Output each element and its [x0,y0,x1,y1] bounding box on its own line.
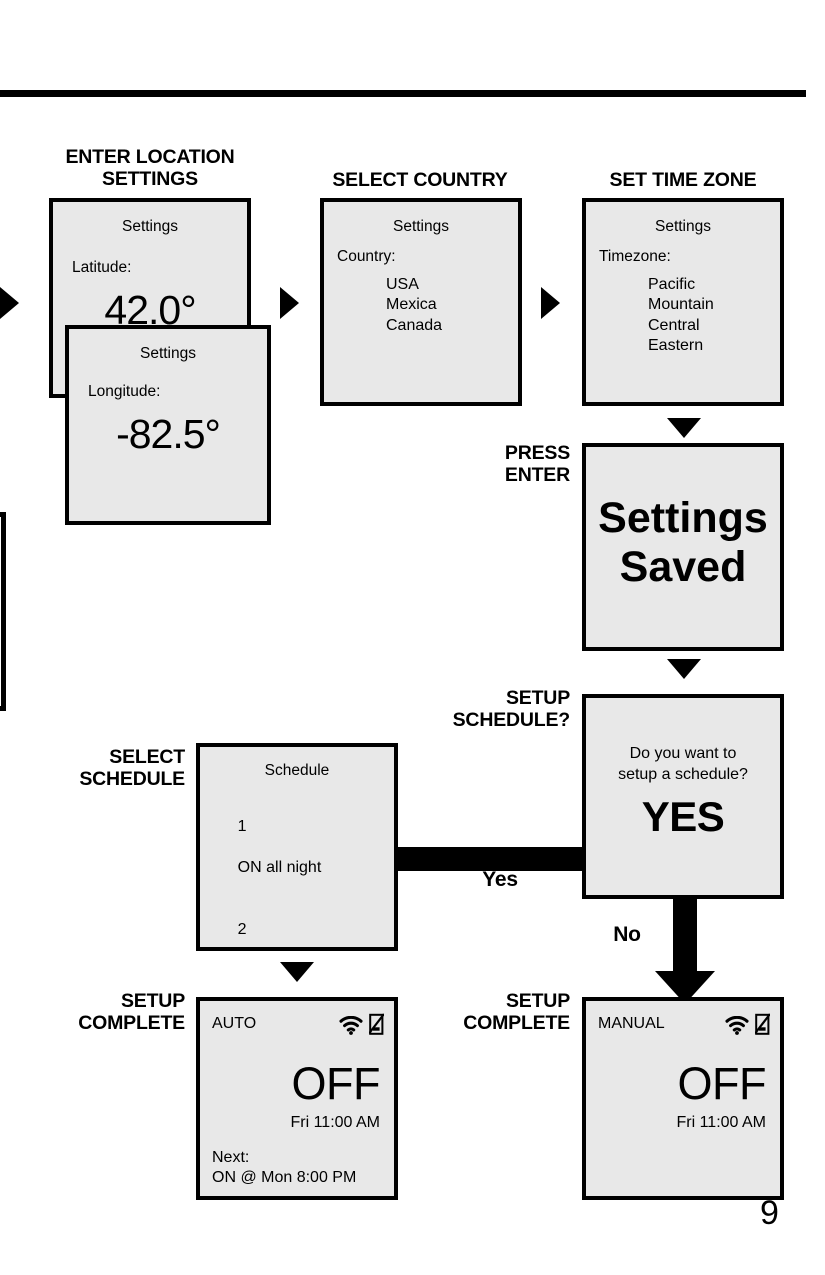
screen-country-title: Settings [392,218,449,235]
auto-next-event: Next: ON @ Mon 8:00 PM [212,1149,357,1187]
caption-setup-complete-auto: SETUP COMPLETE [78,990,185,1034]
schedule-item-number: 1 [237,818,247,836]
timezone-option[interactable]: Pacific [648,275,714,295]
caption-set-time-zone: SET TIME ZONE [609,169,757,191]
caption-select-country: SELECT COUNTRY [332,169,508,191]
no-arrow-stem [673,899,697,974]
auto-status-bar: AUTO [212,1011,385,1037]
screen-timezone[interactable]: Settings Timezone: Pacific Mountain Cent… [582,198,784,406]
screen-longitude-label: Longitude: [88,383,161,400]
screen-longitude-value: -82.5° [116,411,221,457]
screen-setup-complete-manual[interactable]: MANUAL OFF Fri 11:00 AM [582,997,784,1200]
flow-arrow-location-to-country [280,287,299,319]
battery-slash-icon [754,1013,771,1035]
schedule-item-number: 2 [237,920,247,938]
country-option[interactable]: Mexica [386,295,442,315]
caption-setup-complete-manual: SETUP COMPLETE [463,990,570,1034]
screen-confirm-schedule[interactable]: Do you want to setup a schedule? YES [582,694,784,899]
timezone-option[interactable]: Eastern [648,336,714,356]
wifi-icon [339,1015,363,1035]
flow-arrow-country-to-timezone [541,287,560,319]
edge-label-yes: Yes [482,868,518,891]
edge-label-no: No [613,923,641,946]
schedule-item-label: ON all night [237,859,322,877]
screen-schedule-title: Schedule [264,762,330,779]
manual-time-value: Fri 11:00 AM [676,1114,766,1131]
settings-saved-text: Settings Saved [598,494,768,592]
screen-country-label: Country: [337,248,396,265]
left-edge-clipped-box [0,512,6,711]
battery-slash-icon [368,1013,385,1035]
schedule-options-list[interactable]: 1 ON all night 2 ON evenings 3 ON mornin… [211,797,384,947]
schedule-list-item[interactable]: 2 ON evenings [211,899,384,947]
screen-setup-complete-auto[interactable]: AUTO OFF Fri 11:00 AM Next: ON @ Mon 8:0… [196,997,398,1200]
page-number: 9 [760,1194,779,1232]
auto-mode-label: AUTO [212,1015,257,1032]
schedule-list-item[interactable]: 1 ON all night [211,797,384,899]
header-rule [0,90,806,97]
timezone-option[interactable]: Central [648,316,714,336]
wifi-icon [725,1015,749,1035]
country-option[interactable]: USA [386,275,442,295]
flow-arrow-into-location [0,287,19,319]
screen-latitude-label: Latitude: [72,259,132,276]
screen-longitude[interactable]: Settings Longitude: -82.5° [65,325,271,525]
screen-timezone-options[interactable]: Pacific Mountain Central Eastern [648,275,714,357]
manual-state-value: OFF [677,1058,767,1109]
auto-state-value: OFF [291,1058,381,1109]
country-option[interactable]: Canada [386,316,442,336]
flow-arrow-timezone-to-saved [667,418,701,438]
screen-timezone-title: Settings [654,218,711,235]
flow-arrow-no-branch [655,899,715,1004]
screen-settings-saved[interactable]: Settings Saved [582,443,784,651]
confirm-question-text: Do you want to setup a schedule? [618,745,748,783]
timezone-option[interactable]: Mountain [648,295,714,315]
caption-select-schedule: SELECT SCHEDULE [79,746,185,790]
manual-status-bar: MANUAL [598,1011,771,1037]
manual-status-icons [725,1013,771,1035]
screen-timezone-label: Timezone: [599,248,671,265]
screen-country-options[interactable]: USA Mexica Canada [386,275,442,336]
auto-status-icons [339,1013,385,1035]
screen-longitude-title: Settings [139,345,196,362]
auto-time-value: Fri 11:00 AM [290,1114,380,1131]
screen-country[interactable]: Settings Country: USA Mexica Canada [320,198,522,406]
screen-latitude-title: Settings [121,218,178,235]
caption-setup-schedule: SETUP SCHEDULE? [452,687,571,731]
manual-mode-label: MANUAL [598,1015,665,1032]
screen-schedule-list[interactable]: Schedule 1 ON all night 2 ON evenings 3 … [196,743,398,951]
flow-arrow-schedule-to-auto [280,962,314,982]
confirm-answer-value: YES [641,793,725,840]
flow-arrow-saved-to-confirm [667,659,701,679]
caption-press-enter: PRESS ENTER [504,442,570,486]
caption-enter-location: ENTER LOCATION SETTINGS [65,146,235,190]
